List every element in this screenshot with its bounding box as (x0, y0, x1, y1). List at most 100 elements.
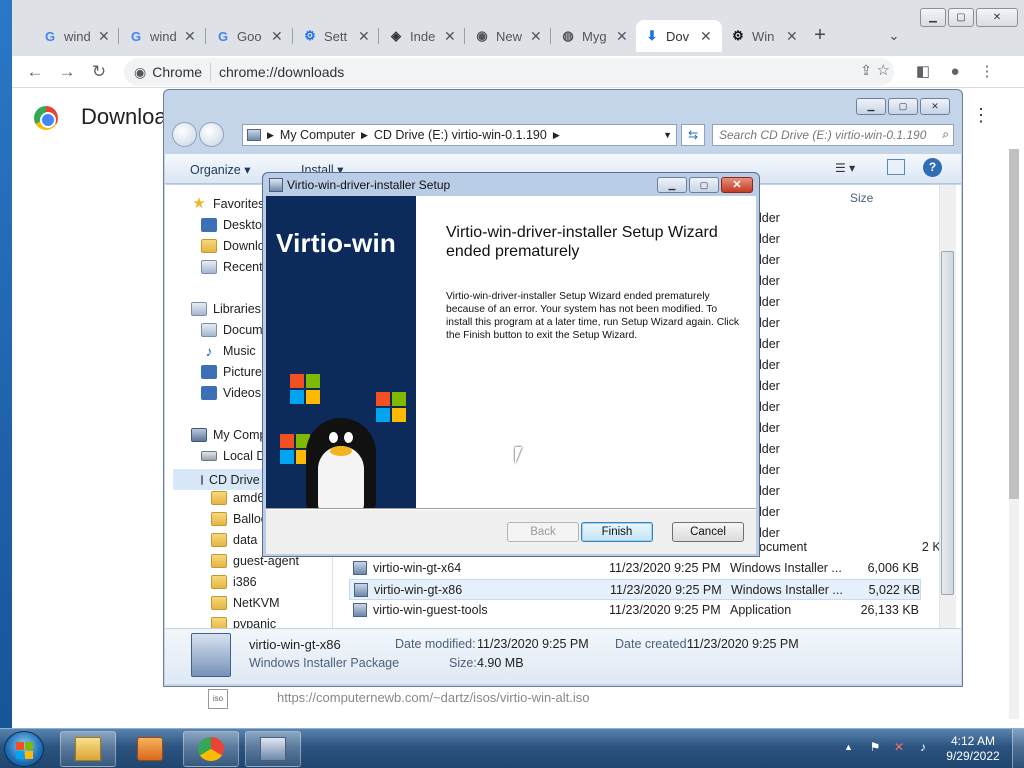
clock-time: 4:12 AM (950, 734, 996, 748)
back-arrow-icon[interactable]: ← (22, 59, 48, 85)
volume-icon[interactable]: ♪ (916, 740, 930, 754)
close-tab-icon[interactable]: ✕ (358, 28, 370, 45)
nav-music[interactable]: ♪ Music (201, 344, 256, 358)
maximize-button[interactable]: ▢ (948, 8, 974, 27)
taskbar-media-player[interactable] (122, 731, 178, 767)
details-modified-label: Date modified: (395, 637, 476, 651)
side-panel-icon[interactable]: ◧ (910, 59, 936, 85)
breadcrumb-cd-drive[interactable]: CD Drive (E:) virtio-win-0.1.190 (374, 128, 547, 142)
tray-expand-icon[interactable]: ▲ (844, 742, 853, 752)
cd-drive-icon (201, 474, 203, 485)
help-icon[interactable]: ? (923, 158, 942, 177)
view-options-icon[interactable]: ☰ ▾ (835, 161, 855, 175)
minimize-button[interactable]: ▁ (856, 98, 886, 115)
close-tab-icon[interactable]: ✕ (700, 28, 712, 45)
reload-icon[interactable]: ↻ (86, 59, 112, 85)
column-header-size[interactable]: Size (850, 191, 873, 205)
maximize-button[interactable]: ▢ (689, 177, 719, 193)
forward-arrow-icon[interactable]: → (54, 59, 80, 85)
windows-logo-icon (290, 374, 320, 404)
browser-tab[interactable]: ⚙ Win ✕ (722, 20, 806, 52)
folder-icon (211, 512, 227, 526)
nav-videos[interactable]: Videos (201, 386, 261, 400)
file-type-fragment: lder (759, 442, 780, 456)
google-icon: G (44, 28, 56, 44)
minimize-button[interactable]: ▁ (920, 8, 946, 27)
taskbar-setup[interactable] (245, 731, 301, 767)
action-center-icon[interactable]: ⚑ (868, 740, 882, 754)
close-tab-icon[interactable]: ✕ (98, 28, 110, 45)
url-text[interactable]: chrome://downloads (211, 64, 344, 80)
start-button[interactable] (4, 731, 44, 767)
file-row-selected[interactable]: virtio-win-gt-x86 11/23/2020 9:25 PM Win… (349, 579, 921, 600)
finish-button[interactable]: Finish (581, 522, 653, 542)
browser-tab[interactable]: ⚙ Sett ✕ (294, 20, 378, 52)
nav-folder[interactable]: pvpanic (211, 617, 276, 628)
nav-folder[interactable]: i386 (211, 575, 257, 589)
back-button[interactable] (172, 122, 197, 147)
network-icon[interactable]: ✕ (892, 740, 906, 754)
nav-libraries[interactable]: Libraries (191, 302, 261, 316)
page-menu-icon[interactable]: ⋮ (972, 105, 990, 126)
browser-tab-active[interactable]: ⬇ Dov ✕ (636, 20, 722, 52)
tab-title: New (496, 28, 522, 44)
search-input[interactable]: Search CD Drive (E:) virtio-win-0.1.190 … (712, 124, 954, 146)
browser-tab[interactable]: ◈ Inde ✕ (380, 20, 464, 52)
close-tab-icon[interactable]: ✕ (184, 28, 196, 45)
bookmark-star-icon[interactable]: ☆ (877, 61, 890, 79)
browser-tab[interactable]: G wind ✕ (120, 20, 204, 52)
menu-dots-icon[interactable]: ⋮ (974, 59, 1000, 85)
preview-pane-icon[interactable] (887, 159, 905, 175)
download-source-url[interactable]: https://computernewb.com/~dartz/isos/vir… (277, 690, 589, 705)
breadcrumb-arrow-icon[interactable]: ▶ (267, 130, 274, 141)
breadcrumb-my-computer[interactable]: My Computer (280, 128, 355, 142)
back-button[interactable]: Back (507, 522, 579, 542)
close-tab-icon[interactable]: ✕ (530, 28, 542, 45)
close-button[interactable]: ✕ (721, 177, 753, 193)
browser-tab[interactable]: G Goo ✕ (207, 20, 291, 52)
address-dropdown-icon[interactable]: ▼ (663, 130, 676, 140)
close-button[interactable]: ✕ (976, 8, 1018, 27)
shield-icon: ◈ (391, 28, 401, 43)
nav-folder[interactable]: NetKVM (211, 596, 280, 610)
taskbar-chrome[interactable] (183, 731, 239, 767)
nav-favorites[interactable]: ★ Favorites (191, 196, 264, 211)
site-chip[interactable]: ◉ Chrome (124, 63, 212, 81)
close-tab-icon[interactable]: ✕ (271, 28, 283, 45)
breadcrumb-arrow-icon[interactable]: ▶ (361, 130, 368, 141)
libraries-icon (191, 302, 207, 316)
page-scroll-thumb[interactable] (1009, 149, 1019, 499)
browser-tab[interactable]: ◍ Myg ✕ (552, 20, 636, 52)
browser-tab[interactable]: G wind ✕ (34, 20, 118, 52)
search-icon[interactable]: ⌕ (942, 127, 949, 142)
maximize-button[interactable]: ▢ (888, 98, 918, 115)
show-desktop-button[interactable] (1012, 729, 1024, 768)
new-tab-button[interactable]: + (808, 24, 832, 48)
breadcrumb-arrow-icon[interactable]: ▶ (553, 130, 560, 141)
minimize-button[interactable]: ▁ (657, 177, 687, 193)
file-size: 6,006 KB (867, 561, 919, 575)
close-tab-icon[interactable]: ✕ (444, 28, 456, 45)
profile-avatar-icon[interactable]: ● (942, 59, 968, 85)
file-row[interactable]: virtio-win-guest-tools 11/23/2020 9:25 P… (349, 600, 921, 621)
share-icon[interactable]: ⇪ (860, 62, 872, 79)
address-bar[interactable]: ◉ Chrome chrome://downloads ⇪ ☆ (124, 58, 894, 86)
refresh-icon[interactable]: ⇆ (681, 124, 705, 146)
clock[interactable]: 4:12 AM 9/29/2022 (940, 734, 1006, 764)
file-list-scroll-thumb[interactable] (941, 251, 954, 595)
close-tab-icon[interactable]: ✕ (616, 28, 628, 45)
taskbar-explorer[interactable] (60, 731, 116, 767)
tab-search-chevron-icon[interactable]: ⌄ (884, 24, 904, 48)
cancel-button[interactable]: Cancel (672, 522, 744, 542)
tab-separator (292, 28, 293, 44)
nav-desktop[interactable]: Desktop (201, 218, 269, 232)
browser-tab[interactable]: ◉ New ✕ (466, 20, 550, 52)
forward-button[interactable] (199, 122, 224, 147)
close-tab-icon[interactable]: ✕ (786, 28, 798, 45)
organize-button[interactable]: Organize ▾ (190, 162, 250, 177)
nav-folder[interactable]: data (211, 533, 257, 547)
close-button[interactable]: ✕ (920, 98, 950, 115)
explorer-address-bar[interactable]: ▶ My Computer ▶ CD Drive (E:) virtio-win… (242, 124, 677, 146)
nav-pictures[interactable]: Pictures (201, 365, 268, 379)
file-row[interactable]: virtio-win-gt-x64 11/23/2020 9:25 PM Win… (349, 558, 921, 579)
